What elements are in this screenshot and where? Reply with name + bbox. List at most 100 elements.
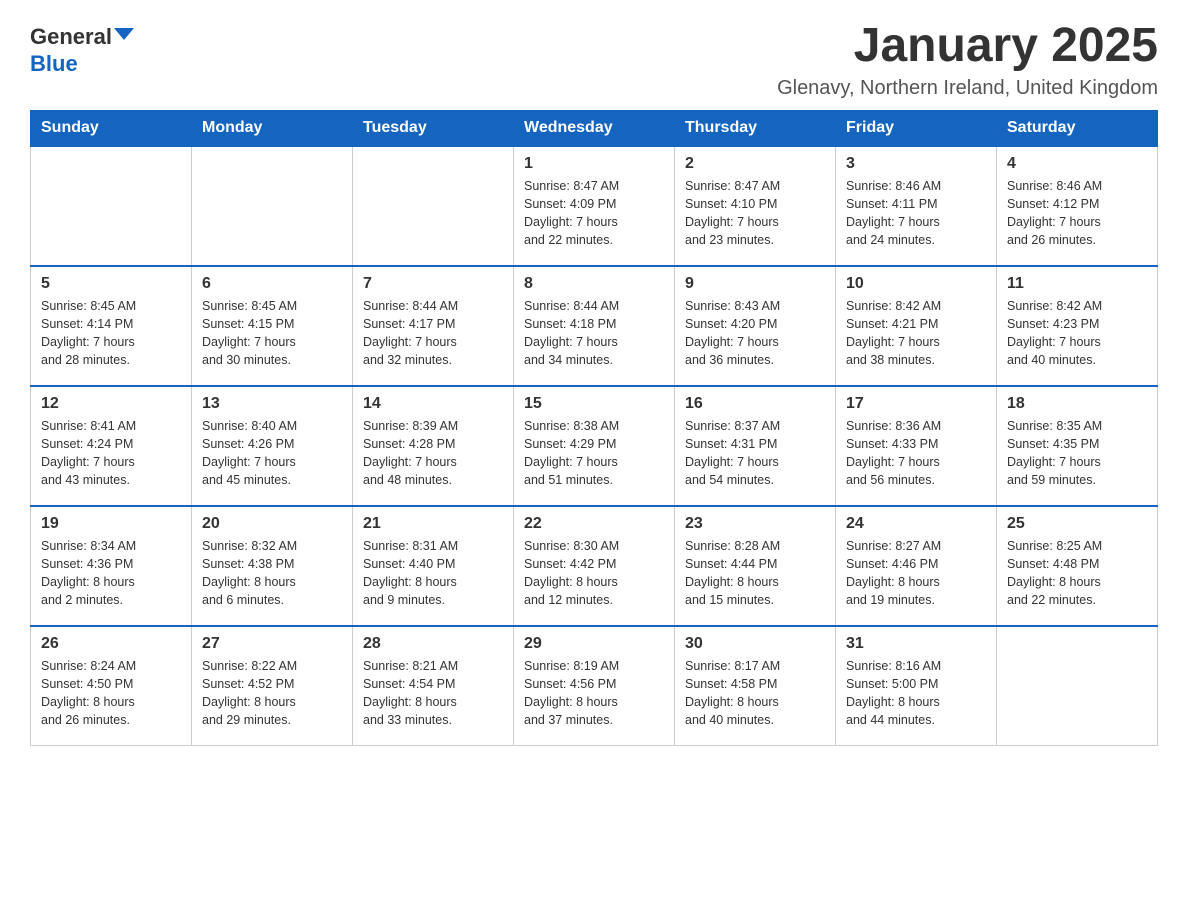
calendar-cell: 5 Sunrise: 8:45 AMSunset: 4:14 PMDaylight… bbox=[31, 266, 192, 386]
column-header-friday: Friday bbox=[836, 110, 997, 146]
calendar-cell: 22 Sunrise: 8:30 AMSunset: 4:42 PMDayligh… bbox=[514, 506, 675, 626]
calendar-cell: 17 Sunrise: 8:36 AMSunset: 4:33 PMDayligh… bbox=[836, 386, 997, 506]
day-info: Sunrise: 8:46 AMSunset: 4:12 PMDaylight:… bbox=[1007, 177, 1147, 250]
day-info: Sunrise: 8:31 AMSunset: 4:40 PMDaylight:… bbox=[363, 537, 503, 610]
column-header-wednesday: Wednesday bbox=[514, 110, 675, 146]
calendar-cell bbox=[31, 146, 192, 266]
day-info: Sunrise: 8:21 AMSunset: 4:54 PMDaylight:… bbox=[363, 657, 503, 730]
calendar-cell: 26 Sunrise: 8:24 AMSunset: 4:50 PMDayligh… bbox=[31, 626, 192, 746]
calendar-cell: 31 Sunrise: 8:16 AMSunset: 5:00 PMDayligh… bbox=[836, 626, 997, 746]
calendar-cell: 21 Sunrise: 8:31 AMSunset: 4:40 PMDayligh… bbox=[353, 506, 514, 626]
day-number: 7 bbox=[363, 275, 503, 293]
day-info: Sunrise: 8:24 AMSunset: 4:50 PMDaylight:… bbox=[41, 657, 181, 730]
page-subtitle: Glenavy, Northern Ireland, United Kingdo… bbox=[777, 77, 1158, 100]
calendar-header-row: SundayMondayTuesdayWednesdayThursdayFrid… bbox=[31, 110, 1158, 146]
calendar-cell: 16 Sunrise: 8:37 AMSunset: 4:31 PMDayligh… bbox=[675, 386, 836, 506]
calendar-cell bbox=[192, 146, 353, 266]
day-info: Sunrise: 8:45 AMSunset: 4:14 PMDaylight:… bbox=[41, 297, 181, 370]
day-number: 9 bbox=[685, 275, 825, 293]
day-number: 31 bbox=[846, 635, 986, 653]
day-info: Sunrise: 8:32 AMSunset: 4:38 PMDaylight:… bbox=[202, 537, 342, 610]
calendar-cell: 19Sunrise: 8:34 AMSunset: 4:36 PMDayligh… bbox=[31, 506, 192, 626]
day-number: 1 bbox=[524, 155, 664, 173]
day-info: Sunrise: 8:42 AMSunset: 4:21 PMDaylight:… bbox=[846, 297, 986, 370]
day-number: 20 bbox=[202, 515, 342, 533]
day-info: Sunrise: 8:34 AMSunset: 4:36 PMDaylight:… bbox=[41, 537, 181, 610]
day-info: Sunrise: 8:39 AMSunset: 4:28 PMDaylight:… bbox=[363, 417, 503, 490]
day-info: Sunrise: 8:41 AMSunset: 4:24 PMDaylight:… bbox=[41, 417, 181, 490]
calendar-cell: 29 Sunrise: 8:19 AMSunset: 4:56 PMDayligh… bbox=[514, 626, 675, 746]
day-number: 10 bbox=[846, 275, 986, 293]
calendar-week-2: 5 Sunrise: 8:45 AMSunset: 4:14 PMDaylight… bbox=[31, 266, 1158, 386]
day-info: Sunrise: 8:44 AMSunset: 4:18 PMDaylight:… bbox=[524, 297, 664, 370]
calendar-cell: 30Sunrise: 8:17 AMSunset: 4:58 PMDayligh… bbox=[675, 626, 836, 746]
day-number: 14 bbox=[363, 395, 503, 413]
column-header-monday: Monday bbox=[192, 110, 353, 146]
calendar-cell: 7Sunrise: 8:44 AMSunset: 4:17 PMDaylight… bbox=[353, 266, 514, 386]
calendar-week-3: 12Sunrise: 8:41 AMSunset: 4:24 PMDayligh… bbox=[31, 386, 1158, 506]
calendar-cell: 11Sunrise: 8:42 AMSunset: 4:23 PMDayligh… bbox=[997, 266, 1158, 386]
calendar-cell: 25 Sunrise: 8:25 AMSunset: 4:48 PMDayligh… bbox=[997, 506, 1158, 626]
day-number: 22 bbox=[524, 515, 664, 533]
day-number: 17 bbox=[846, 395, 986, 413]
day-number: 18 bbox=[1007, 395, 1147, 413]
calendar-cell: 13 Sunrise: 8:40 AMSunset: 4:26 PMDayligh… bbox=[192, 386, 353, 506]
day-info: Sunrise: 8:16 AMSunset: 5:00 PMDaylight:… bbox=[846, 657, 986, 730]
day-number: 24 bbox=[846, 515, 986, 533]
day-info: Sunrise: 8:40 AMSunset: 4:26 PMDaylight:… bbox=[202, 417, 342, 490]
day-number: 4 bbox=[1007, 155, 1147, 173]
calendar-cell: 27 Sunrise: 8:22 AMSunset: 4:52 PMDayligh… bbox=[192, 626, 353, 746]
day-number: 29 bbox=[524, 635, 664, 653]
calendar-cell: 23 Sunrise: 8:28 AMSunset: 4:44 PMDayligh… bbox=[675, 506, 836, 626]
day-number: 23 bbox=[685, 515, 825, 533]
day-number: 15 bbox=[524, 395, 664, 413]
day-info: Sunrise: 8:36 AMSunset: 4:33 PMDaylight:… bbox=[846, 417, 986, 490]
day-info: Sunrise: 8:25 AMSunset: 4:48 PMDaylight:… bbox=[1007, 537, 1147, 610]
day-number: 25 bbox=[1007, 515, 1147, 533]
column-header-saturday: Saturday bbox=[997, 110, 1158, 146]
calendar-cell: 6Sunrise: 8:45 AMSunset: 4:15 PMDaylight… bbox=[192, 266, 353, 386]
calendar-cell: 10 Sunrise: 8:42 AMSunset: 4:21 PMDayligh… bbox=[836, 266, 997, 386]
calendar-cell: 12Sunrise: 8:41 AMSunset: 4:24 PMDayligh… bbox=[31, 386, 192, 506]
day-number: 30 bbox=[685, 635, 825, 653]
calendar-cell: 18 Sunrise: 8:35 AMSunset: 4:35 PMDayligh… bbox=[997, 386, 1158, 506]
day-info: Sunrise: 8:43 AMSunset: 4:20 PMDaylight:… bbox=[685, 297, 825, 370]
day-number: 27 bbox=[202, 635, 342, 653]
day-info: Sunrise: 8:42 AMSunset: 4:23 PMDaylight:… bbox=[1007, 297, 1147, 370]
day-number: 13 bbox=[202, 395, 342, 413]
day-info: Sunrise: 8:19 AMSunset: 4:56 PMDaylight:… bbox=[524, 657, 664, 730]
day-number: 6 bbox=[202, 275, 342, 293]
day-info: Sunrise: 8:30 AMSunset: 4:42 PMDaylight:… bbox=[524, 537, 664, 610]
day-number: 5 bbox=[41, 275, 181, 293]
day-number: 26 bbox=[41, 635, 181, 653]
calendar-cell: 14 Sunrise: 8:39 AMSunset: 4:28 PMDayligh… bbox=[353, 386, 514, 506]
day-number: 2 bbox=[685, 155, 825, 173]
day-info: Sunrise: 8:47 AMSunset: 4:09 PMDaylight:… bbox=[524, 177, 664, 250]
calendar-table: SundayMondayTuesdayWednesdayThursdayFrid… bbox=[30, 110, 1158, 747]
day-number: 3 bbox=[846, 155, 986, 173]
calendar-week-5: 26 Sunrise: 8:24 AMSunset: 4:50 PMDayligh… bbox=[31, 626, 1158, 746]
day-info: Sunrise: 8:37 AMSunset: 4:31 PMDaylight:… bbox=[685, 417, 825, 490]
day-number: 21 bbox=[363, 515, 503, 533]
calendar-cell: 28 Sunrise: 8:21 AMSunset: 4:54 PMDayligh… bbox=[353, 626, 514, 746]
calendar-cell bbox=[997, 626, 1158, 746]
calendar-cell: 3Sunrise: 8:46 AMSunset: 4:11 PMDaylight… bbox=[836, 146, 997, 266]
day-number: 28 bbox=[363, 635, 503, 653]
day-info: Sunrise: 8:22 AMSunset: 4:52 PMDaylight:… bbox=[202, 657, 342, 730]
day-info: Sunrise: 8:27 AMSunset: 4:46 PMDaylight:… bbox=[846, 537, 986, 610]
day-number: 16 bbox=[685, 395, 825, 413]
day-info: Sunrise: 8:28 AMSunset: 4:44 PMDaylight:… bbox=[685, 537, 825, 610]
page-header: General Blue January 2025 Glenavy, North… bbox=[30, 20, 1158, 100]
day-info: Sunrise: 8:35 AMSunset: 4:35 PMDaylight:… bbox=[1007, 417, 1147, 490]
calendar-cell: 4 Sunrise: 8:46 AMSunset: 4:12 PMDaylight… bbox=[997, 146, 1158, 266]
calendar-cell: 20 Sunrise: 8:32 AMSunset: 4:38 PMDayligh… bbox=[192, 506, 353, 626]
column-header-tuesday: Tuesday bbox=[353, 110, 514, 146]
calendar-body: 1 Sunrise: 8:47 AMSunset: 4:09 PMDaylight… bbox=[31, 146, 1158, 746]
day-info: Sunrise: 8:47 AMSunset: 4:10 PMDaylight:… bbox=[685, 177, 825, 250]
page-title: January 2025 bbox=[777, 20, 1158, 73]
calendar-cell: 9 Sunrise: 8:43 AMSunset: 4:20 PMDaylight… bbox=[675, 266, 836, 386]
column-header-thursday: Thursday bbox=[675, 110, 836, 146]
calendar-cell: 15 Sunrise: 8:38 AMSunset: 4:29 PMDayligh… bbox=[514, 386, 675, 506]
logo: General Blue bbox=[30, 20, 134, 77]
day-info: Sunrise: 8:38 AMSunset: 4:29 PMDaylight:… bbox=[524, 417, 664, 490]
